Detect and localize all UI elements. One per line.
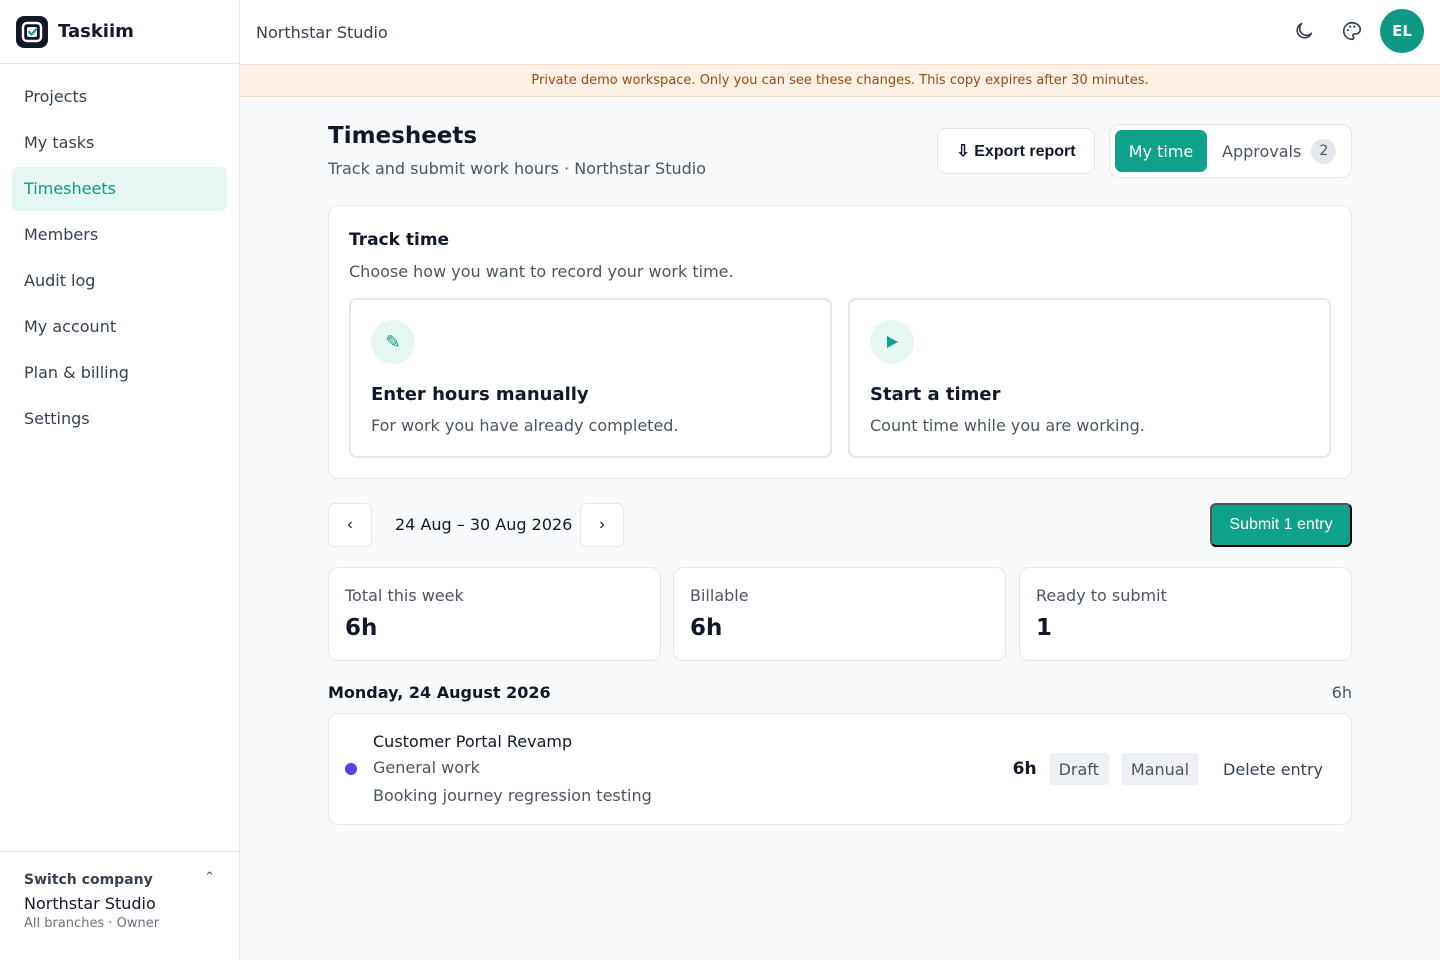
entry-meta: 6h Draft Manual Delete entry bbox=[1013, 753, 1323, 785]
stat-label: Total this week bbox=[345, 586, 464, 605]
track-time-title: Track time bbox=[349, 230, 450, 250]
sidebar-item-plan-billing[interactable]: Plan & billing bbox=[12, 351, 227, 395]
status-badge: Draft bbox=[1048, 753, 1109, 785]
sidebar-item-settings[interactable]: Settings bbox=[12, 397, 227, 441]
sidebar-item-my-tasks[interactable]: My tasks bbox=[12, 121, 227, 165]
taskiim-logo-icon bbox=[16, 15, 48, 48]
company-name: Northstar Studio bbox=[24, 894, 156, 913]
time-entry-row[interactable]: Customer Portal Revamp General work Book… bbox=[328, 713, 1352, 825]
switch-company[interactable]: Switch company ⌃ Northstar Studio All br… bbox=[0, 851, 239, 960]
stat-value: 1 bbox=[1036, 615, 1053, 641]
start-timer-option[interactable]: Start a timer Count time while you are w… bbox=[848, 298, 1331, 458]
source-badge: Manual bbox=[1120, 753, 1200, 785]
page-header: Timesheets Track and submit work hours ·… bbox=[328, 97, 1352, 205]
sidebar: Taskiim Projects My tasks Timesheets Mem… bbox=[0, 0, 240, 960]
entry-description: Booking journey regression testing bbox=[373, 786, 652, 805]
topbar: Northstar Studio EL bbox=[240, 0, 1440, 64]
pencil-icon: ✎ bbox=[371, 320, 415, 364]
dark-mode-toggle[interactable] bbox=[1284, 11, 1324, 51]
day-title: Monday, 24 August 2026 bbox=[328, 683, 551, 702]
company-role: All branches · Owner bbox=[24, 916, 160, 931]
page-subtitle: Track and submit work hours · Northstar … bbox=[328, 159, 706, 178]
tab-my-time[interactable]: My time bbox=[1115, 130, 1207, 172]
option-title: Start a timer bbox=[870, 384, 1001, 405]
day-total: 6h bbox=[1331, 683, 1352, 702]
entry-hours: 6h bbox=[1012, 759, 1037, 779]
stat-label: Ready to submit bbox=[1036, 586, 1167, 605]
submit-entries-button[interactable]: Submit 1 entry bbox=[1210, 503, 1352, 547]
main-content: Timesheets Track and submit work hours ·… bbox=[328, 97, 1352, 825]
option-title: Enter hours manually bbox=[371, 384, 589, 405]
day-header: Monday, 24 August 2026 6h bbox=[328, 683, 1352, 705]
workspace-title: Northstar Studio bbox=[256, 22, 388, 42]
track-time-subtitle: Choose how you want to record your work … bbox=[349, 262, 734, 281]
stat-total-this-week: Total this week 6h bbox=[328, 567, 661, 661]
play-icon bbox=[870, 320, 914, 364]
theme-button[interactable] bbox=[1332, 11, 1372, 51]
top-actions: EL bbox=[1284, 9, 1424, 53]
stat-value: 6h bbox=[690, 615, 723, 641]
option-subtitle: For work you have already completed. bbox=[371, 416, 679, 435]
sidebar-item-projects[interactable]: Projects bbox=[12, 75, 227, 119]
sidebar-item-timesheets[interactable]: Timesheets bbox=[12, 167, 227, 211]
delete-entry-button[interactable]: Delete entry bbox=[1223, 760, 1323, 779]
avatar[interactable]: EL bbox=[1380, 9, 1424, 53]
week-range: 24 Aug – 30 Aug 2026 bbox=[395, 515, 573, 534]
approvals-count-badge: 2 bbox=[1311, 138, 1337, 164]
chevron-up-icon[interactable]: ⌃ bbox=[204, 870, 215, 885]
page-title: Timesheets bbox=[328, 123, 478, 149]
stat-label: Billable bbox=[690, 586, 749, 605]
sidebar-item-members[interactable]: Members bbox=[12, 213, 227, 257]
project-color-dot bbox=[345, 763, 357, 775]
switch-company-label: Switch company bbox=[24, 872, 153, 888]
view-toggle: My time Approvals 2 bbox=[1109, 124, 1352, 178]
brand[interactable]: Taskiim bbox=[0, 0, 239, 64]
next-week-button[interactable]: › bbox=[580, 503, 624, 547]
moon-icon bbox=[1296, 22, 1313, 39]
sidebar-item-audit-log[interactable]: Audit log bbox=[12, 259, 227, 303]
export-report-button[interactable]: ⇩ Export report bbox=[937, 128, 1095, 174]
palette-icon bbox=[1343, 21, 1362, 41]
tab-approvals-label: Approvals bbox=[1222, 141, 1302, 161]
demo-banner: Private demo workspace. Only you can see… bbox=[240, 64, 1440, 97]
stat-ready-to-submit: Ready to submit 1 bbox=[1019, 567, 1352, 661]
option-subtitle: Count time while you are working. bbox=[870, 416, 1145, 435]
stat-billable: Billable 6h bbox=[673, 567, 1006, 661]
previous-week-button[interactable]: ‹ bbox=[328, 503, 372, 547]
sidebar-nav: Projects My tasks Timesheets Members Aud… bbox=[0, 64, 239, 441]
week-navigation: ‹ 24 Aug – 30 Aug 2026 › Submit 1 entry bbox=[328, 503, 1352, 547]
app-name: Taskiim bbox=[58, 21, 134, 42]
stat-value: 6h bbox=[345, 615, 378, 641]
entry-category: General work bbox=[373, 758, 480, 777]
enter-hours-manually-option[interactable]: ✎ Enter hours manually For work you have… bbox=[349, 298, 832, 458]
track-time-card: Track time Choose how you want to record… bbox=[328, 205, 1352, 479]
sidebar-item-my-account[interactable]: My account bbox=[12, 305, 227, 349]
entry-project: Customer Portal Revamp bbox=[373, 732, 573, 751]
tab-approvals[interactable]: Approvals 2 bbox=[1222, 138, 1337, 164]
